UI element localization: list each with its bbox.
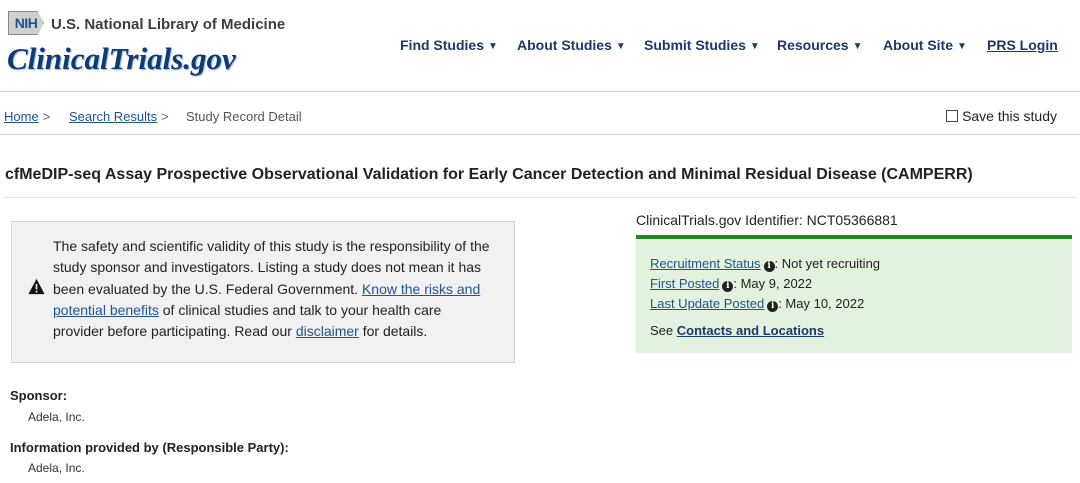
nlm-title[interactable]: U.S. National Library of Medicine [51,16,285,33]
study-title: cfMeDIP-seq Assay Prospective Observatio… [5,166,973,183]
identifier-value: NCT05366881 [806,212,898,228]
last-update-posted-link[interactable]: Last Update Posted [650,296,764,311]
sponsor-label: Sponsor: [10,388,68,403]
caret-down-icon: ▼ [852,41,863,52]
header-divider [0,91,1080,92]
sponsor-value: Adela, Inc. [28,410,85,424]
site-logo[interactable]: ClinicalTrials.gov [7,41,236,77]
nih-logo[interactable]: NIH [8,11,44,35]
nav-label: Find Studies [400,37,484,53]
first-posted: First Posted i: May 9, 2022 [650,276,812,292]
see-text: See [650,323,677,338]
title-divider [4,197,1076,198]
info-icon[interactable]: i [722,281,734,292]
breadcrumb-home[interactable]: Home > [4,109,50,124]
see-contacts: See Contacts and Locations [650,323,824,338]
warning-triangle-icon [28,278,45,295]
nav-resources[interactable]: Resources ▼ [777,37,863,53]
disclaimer-text: The safety and scientific validity of th… [53,236,493,342]
recruitment-status-link[interactable]: Recruitment Status [650,256,761,271]
nav-prs-login[interactable]: PRS Login [987,37,1058,53]
breadcrumb-link[interactable]: Home [4,109,39,124]
breadcrumb-separator: > [161,109,169,124]
info-icon[interactable]: i [763,261,775,272]
caret-down-icon: ▼ [957,41,967,52]
breadcrumb-current: Study Record Detail [186,109,302,124]
responsible-party-label: Information provided by (Responsible Par… [10,440,289,455]
breadcrumb-separator: > [42,109,51,124]
checkbox-icon[interactable] [946,110,959,122]
save-study-label[interactable]: Save this study [962,108,1057,124]
caret-down-icon: ▼ [749,41,760,52]
first-posted-value: : May 9, 2022 [733,276,813,291]
save-study-toggle[interactable]: Save this study [946,108,1057,124]
nav-about-site[interactable]: About Site ▼ [883,37,967,53]
contacts-locations-link[interactable]: Contacts and Locations [677,323,824,338]
recruitment-status: Recruitment Status i: Not yet recruiting [650,256,880,272]
identifier-label: ClinicalTrials.gov Identifier: [636,212,807,228]
nav-find-studies[interactable]: Find Studies ▼ [400,37,498,53]
nav-label: Submit Studies [644,37,746,53]
disclaimer-text-3: for details. [358,323,428,340]
caret-down-icon: ▼ [488,41,498,52]
info-icon[interactable]: i [767,301,779,312]
nav-label: About Site [883,37,953,53]
breadcrumb-search-results[interactable]: Search Results > [69,109,169,124]
responsible-party-value: Adela, Inc. [28,461,85,475]
study-identifier: ClinicalTrials.gov Identifier: NCT053668… [636,212,898,228]
recruitment-status-value: : Not yet recruiting [774,256,881,271]
last-update-posted: Last Update Posted i: May 10, 2022 [650,296,864,312]
nav-label: About Studies [517,37,612,53]
status-box: Recruitment Status i: Not yet recruiting … [636,235,1072,353]
caret-down-icon: ▼ [615,41,626,52]
first-posted-link[interactable]: First Posted [650,276,719,291]
nav-submit-studies[interactable]: Submit Studies ▼ [644,37,760,53]
last-update-posted-value: : May 10, 2022 [778,296,865,311]
nav-about-studies[interactable]: About Studies ▼ [517,37,626,53]
breadcrumb-link[interactable]: Search Results [69,109,157,124]
breadcrumb-divider [0,134,1080,135]
disclaimer-box: The safety and scientific validity of th… [11,221,515,363]
disclaimer-link[interactable]: disclaimer [296,323,359,339]
nav-label: Resources [777,37,849,53]
